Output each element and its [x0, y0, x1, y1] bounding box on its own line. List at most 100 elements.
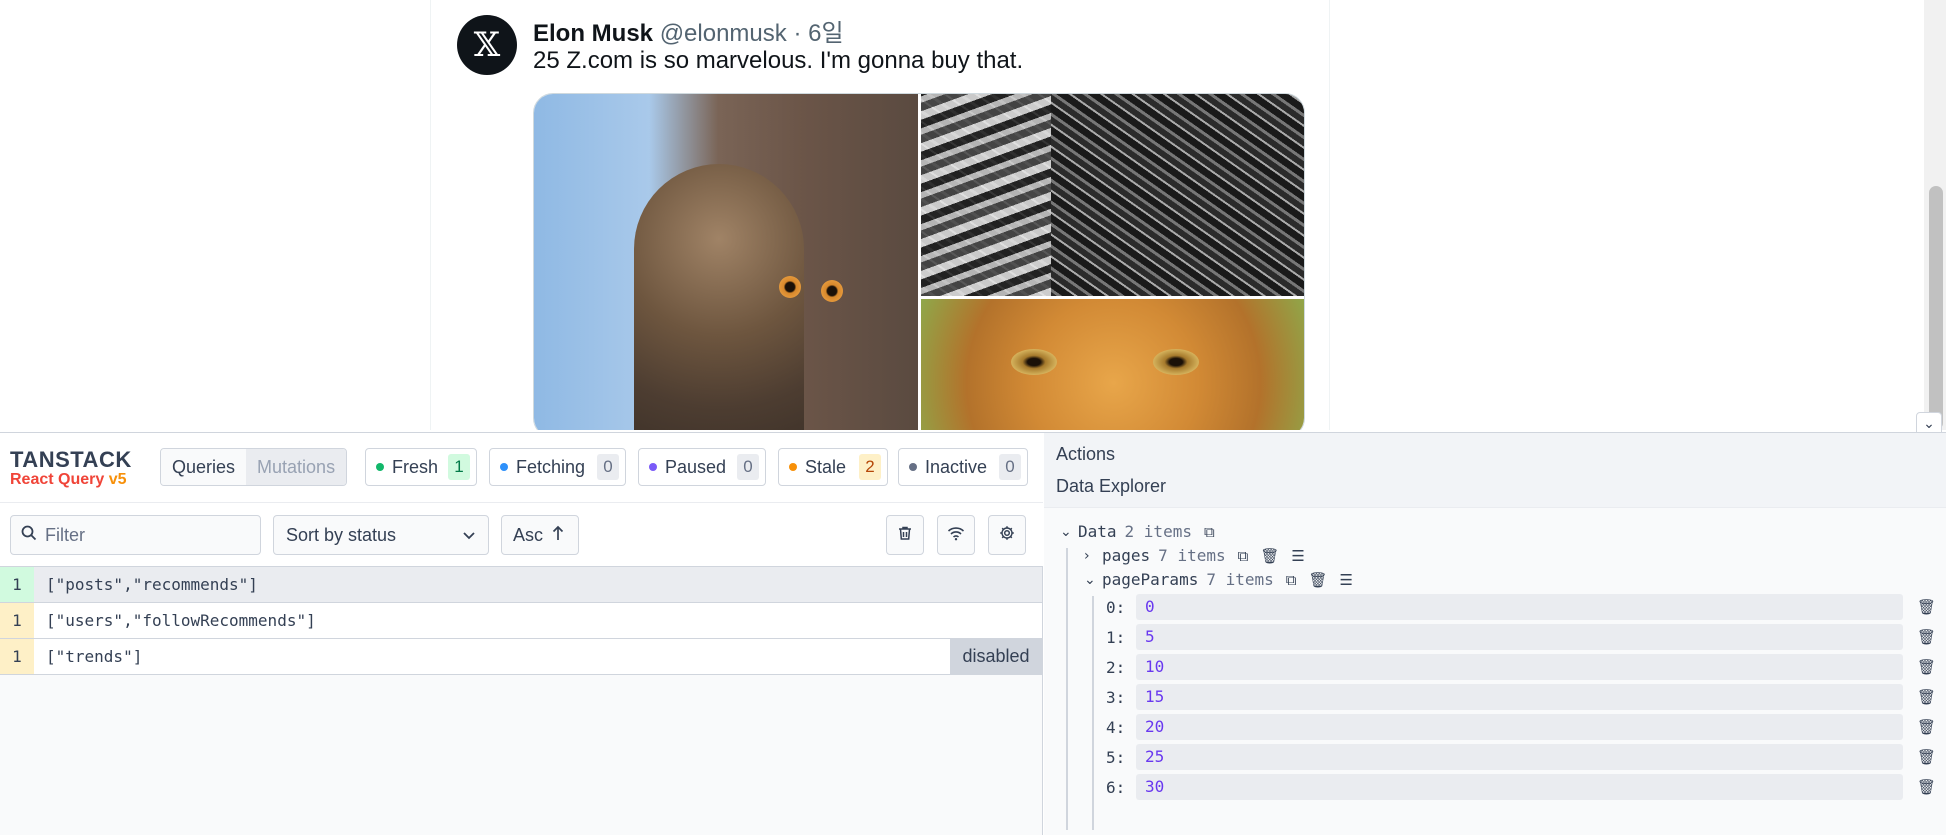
cat-eye: [1153, 349, 1199, 375]
copy-icon[interactable]: ⧉: [1204, 523, 1215, 541]
trash-icon[interactable]: 🗑: [1917, 628, 1936, 646]
tab-mutations[interactable]: Mutations: [246, 449, 347, 485]
chevron-down-icon: ⌄: [1060, 523, 1072, 540]
search-icon: [21, 525, 37, 546]
scrollbar-thumb[interactable]: [1929, 186, 1943, 430]
query-row[interactable]: 1 ["posts","recommends"]: [0, 567, 1042, 603]
tanstack-logo[interactable]: TANSTACK React Query v5: [10, 447, 132, 489]
pageparam-value[interactable]: 20: [1136, 714, 1903, 740]
sort-order-button[interactable]: Asc: [501, 515, 579, 555]
pageparam-index: 6:: [1106, 777, 1126, 797]
pageparam-value[interactable]: 0: [1136, 594, 1903, 620]
query-row[interactable]: 1 ["trends"] disabled: [0, 639, 1042, 675]
collapse-devtools-button[interactable]: ⌄: [1916, 412, 1942, 434]
status-count: 2: [859, 454, 881, 480]
status-dot: [789, 463, 797, 471]
trash-icon[interactable]: 🗑: [1917, 748, 1936, 766]
status-dot: [649, 463, 657, 471]
query-details-panel: Actions Data Explorer ⌄ Data 2 items ⧉ ›…: [1044, 433, 1946, 835]
trash-icon[interactable]: 🗑: [1917, 598, 1936, 616]
status-label: Inactive: [925, 456, 988, 477]
pageparam-index: 2:: [1106, 657, 1126, 677]
tree-node-data[interactable]: ⌄ Data 2 items ⧉: [1060, 522, 1215, 541]
trash-icon[interactable]: 🗑: [1308, 571, 1327, 589]
status-filter-inactive[interactable]: Inactive 0: [898, 448, 1028, 486]
post-header: Elon Musk @elonmusk · 6일: [533, 13, 844, 48]
pageparam-index: 0:: [1106, 597, 1126, 617]
pageparam-value[interactable]: 30: [1136, 774, 1903, 800]
tab-queries[interactable]: Queries: [161, 449, 247, 485]
pageparam-index: 5:: [1106, 747, 1126, 767]
chevron-right-icon: ›: [1084, 547, 1090, 564]
pageparam-row: 3: 15 🗑: [1106, 684, 1936, 710]
pageparam-value[interactable]: 15: [1136, 684, 1903, 710]
status-dot: [500, 463, 508, 471]
logo-subtitle: React Query v5: [10, 471, 127, 488]
filter-field[interactable]: [10, 515, 261, 555]
query-list: 1 ["posts","recommends"] 1 ["users","follow…: [0, 567, 1042, 675]
status-label: Fetching: [516, 456, 586, 477]
sort-select[interactable]: Sort by status: [273, 515, 489, 555]
app-page: 𝕏 Elon Musk @elonmusk · 6일 25 Z.com is s…: [0, 0, 1946, 430]
status-label: Fresh: [392, 456, 439, 477]
trash-icon[interactable]: 🗑: [1917, 718, 1936, 736]
trash-icon[interactable]: 🗑: [1917, 778, 1936, 796]
observer-count: 1: [0, 639, 34, 674]
post-image-3[interactable]: [921, 299, 1304, 430]
pageparam-row: 2: 10 🗑: [1106, 654, 1936, 680]
query-row[interactable]: 1 ["users","followRecommends"]: [0, 603, 1042, 639]
pageparam-value[interactable]: 25: [1136, 744, 1903, 770]
chevron-down-icon: [462, 525, 476, 546]
pageparam-value[interactable]: 5: [1136, 624, 1903, 650]
copy-icon[interactable]: ⧉: [1286, 571, 1297, 589]
post-time[interactable]: 6일: [808, 20, 843, 47]
wifi-icon: [947, 525, 965, 546]
clear-cache-button[interactable]: [886, 515, 924, 555]
pageparam-index: 3:: [1106, 687, 1126, 707]
tree-label: pageParams: [1102, 570, 1199, 589]
status-count: 0: [999, 454, 1021, 480]
author-handle[interactable]: @elonmusk: [660, 20, 787, 47]
copy-icon[interactable]: ⧉: [1238, 547, 1249, 565]
query-key: ["posts","recommends"]: [46, 575, 258, 594]
gear-icon: [999, 525, 1015, 546]
chevron-down-icon: ⌄: [1084, 571, 1096, 588]
status-dot: [376, 463, 384, 471]
post-image-1[interactable]: [534, 94, 918, 430]
avatar[interactable]: 𝕏: [457, 15, 517, 75]
settings-button[interactable]: [988, 515, 1026, 555]
mock-offline-button[interactable]: [937, 515, 975, 555]
status-label: Stale: [805, 456, 847, 477]
page-scrollbar[interactable]: [1924, 0, 1946, 430]
filter-input[interactable]: [45, 524, 235, 546]
status-label: Paused: [665, 456, 727, 477]
image-pattern: [921, 94, 1051, 296]
status-filter-stale[interactable]: Stale 2: [778, 448, 888, 486]
trash-icon[interactable]: 🗑: [1917, 688, 1936, 706]
chevron-down-icon: ⌄: [1923, 414, 1935, 431]
pageparam-index: 4:: [1106, 717, 1126, 737]
cat-eye: [779, 276, 801, 298]
observer-count: 1: [0, 567, 34, 602]
tree-node-pages[interactable]: › pages 7 items ⧉ 🗑 ☰: [1084, 546, 1305, 565]
post-text: 25 Z.com is so marvelous. I'm gonna buy …: [533, 47, 1024, 74]
filter-toolbar: Sort by status Asc: [0, 503, 1043, 567]
data-explorer-header: Data Explorer: [1056, 476, 1167, 496]
author-name[interactable]: Elon Musk: [533, 20, 653, 47]
list-icon[interactable]: ☰: [1340, 571, 1353, 589]
tree-node-pageparams[interactable]: ⌄ pageParams 7 items ⧉ 🗑 ☰: [1084, 570, 1353, 589]
trash-icon[interactable]: 🗑: [1917, 658, 1936, 676]
status-dot: [909, 463, 917, 471]
disabled-badge: disabled: [950, 639, 1042, 674]
trash-icon[interactable]: 🗑: [1260, 547, 1279, 565]
list-icon[interactable]: ☰: [1291, 547, 1304, 565]
pageparam-value[interactable]: 10: [1136, 654, 1903, 680]
status-filter-fresh[interactable]: Fresh 1: [365, 448, 477, 486]
tree-meta: 7 items: [1206, 570, 1274, 589]
tree-meta: 2 items: [1124, 522, 1192, 541]
react-query-devtools: TANSTACK React Query v5 Queries Mutation…: [0, 432, 1946, 835]
status-filter-fetching[interactable]: Fetching 0: [489, 448, 626, 486]
trash-icon: [897, 525, 913, 546]
status-filter-paused[interactable]: Paused 0: [638, 448, 766, 486]
post-image-2[interactable]: [921, 94, 1304, 296]
